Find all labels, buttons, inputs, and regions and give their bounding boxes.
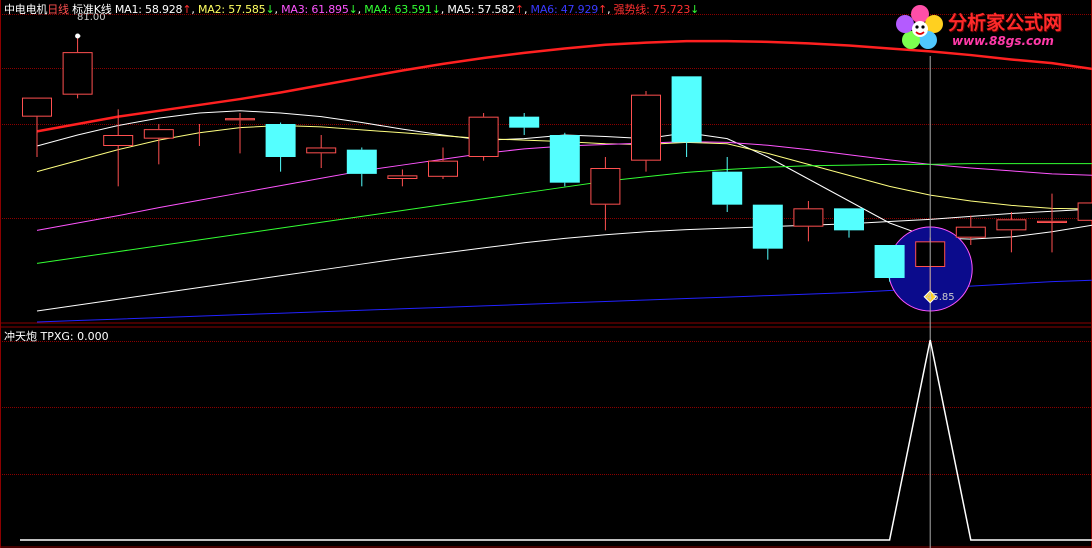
trend-line: [36, 39, 1092, 133]
ma2-value: 57.585: [228, 3, 266, 16]
candle-body: [306, 147, 337, 154]
candle-body: [671, 76, 702, 143]
candle-body: [549, 135, 580, 183]
candle[interactable]: [103, 109, 134, 187]
indicator-field-label: TPXG:: [40, 330, 74, 343]
ma2-label: MA2:: [197, 3, 225, 16]
candle[interactable]: [387, 169, 418, 187]
indicator-name[interactable]: 冲天炮: [4, 330, 37, 343]
candle-body: [1077, 202, 1092, 221]
candle-body: [265, 124, 296, 157]
candle[interactable]: [996, 212, 1027, 253]
candle-body: [387, 175, 418, 179]
trend-arrow: ↓: [690, 3, 700, 16]
ma1-value: 58.928: [145, 3, 183, 16]
candle[interactable]: [752, 204, 783, 260]
ma5-label: MA5:: [447, 3, 475, 16]
ma4-arrow: ↓: [431, 3, 441, 16]
candle-body: [996, 219, 1027, 231]
candle[interactable]: [631, 91, 661, 172]
ma5-arrow: ↑: [514, 3, 524, 16]
low-price-label: 45.85: [926, 292, 955, 303]
candle-body: [143, 129, 174, 139]
candle[interactable]: [225, 113, 255, 154]
candle-body: [874, 245, 905, 278]
period-label[interactable]: 日线: [47, 3, 69, 16]
candle[interactable]: [509, 113, 540, 135]
flower-logo-icon: [896, 5, 943, 49]
price-header: 中电电机日线 标准K线 MA1: 58.928↑, MA2: 57.585↓, …: [4, 3, 700, 16]
candle[interactable]: [793, 201, 824, 242]
candle-body: [509, 116, 540, 128]
candle[interactable]: [1037, 193, 1067, 253]
candle-body: [22, 97, 52, 117]
indicator-header: 冲天炮 TPXG: 0.000: [4, 328, 109, 344]
candle-body: [631, 94, 661, 161]
logo-title: 分析家公式网: [948, 12, 1063, 34]
ma6-label: MA6:: [530, 3, 558, 16]
candle[interactable]: [22, 97, 52, 157]
ma4-value: 63.591: [394, 3, 432, 16]
candle[interactable]: [346, 147, 377, 187]
candle-body: [955, 226, 986, 238]
candle[interactable]: [468, 113, 499, 161]
candle[interactable]: [834, 208, 864, 238]
ma3-value: 61.895: [311, 3, 349, 16]
candle[interactable]: [549, 132, 580, 187]
candle[interactable]: [306, 135, 337, 168]
candle-body: [468, 116, 499, 157]
candle-body: [834, 208, 864, 231]
ma6-arrow: ↑: [598, 3, 608, 16]
candle[interactable]: [874, 245, 905, 282]
indicator-line: [20, 339, 1092, 541]
candle[interactable]: [143, 124, 174, 165]
candle-body: [346, 149, 377, 174]
ma1-label: MA1:: [114, 3, 142, 16]
trend-value: 75.723: [652, 3, 691, 16]
tpxg-line: [20, 339, 1092, 541]
stock-name[interactable]: 中电电机: [4, 3, 47, 16]
candle[interactable]: [428, 147, 458, 179]
ma4-label: MA4:: [364, 3, 392, 16]
site-logo[interactable]: 分析家公式网 www.88gs.com: [892, 2, 1088, 54]
stock-chart-canvas[interactable]: [0, 0, 1092, 548]
candle-body: [712, 171, 743, 205]
candle-body: [225, 118, 255, 121]
candle-body: [752, 204, 783, 249]
ma5-value: 57.582: [477, 3, 515, 16]
trend-polyline: [36, 39, 1092, 133]
candle-body: [590, 168, 621, 205]
ma6-value: 47.929: [560, 3, 599, 16]
trend-label: 强势线:: [613, 3, 650, 16]
candle[interactable]: [590, 157, 621, 231]
candle-body: [793, 208, 824, 227]
candle[interactable]: [62, 36, 93, 99]
ma3-arrow: ↓: [348, 3, 358, 16]
ma3-label: MA3:: [281, 3, 309, 16]
candle[interactable]: [671, 76, 702, 157]
candlesticks[interactable]: [22, 33, 1092, 294]
indicator-field-value: 0.000: [77, 330, 109, 343]
candle-body: [428, 160, 458, 177]
high-price-label: 81.00: [77, 12, 106, 23]
ma2-arrow: ↓: [265, 3, 275, 16]
candle[interactable]: [265, 122, 296, 172]
candle-body: [103, 135, 134, 146]
candle[interactable]: [1077, 194, 1092, 231]
candle-body: [1037, 220, 1067, 224]
logo-url: www.88gs.com: [952, 34, 1054, 48]
candle[interactable]: [712, 157, 743, 212]
candle-body: [62, 52, 93, 95]
